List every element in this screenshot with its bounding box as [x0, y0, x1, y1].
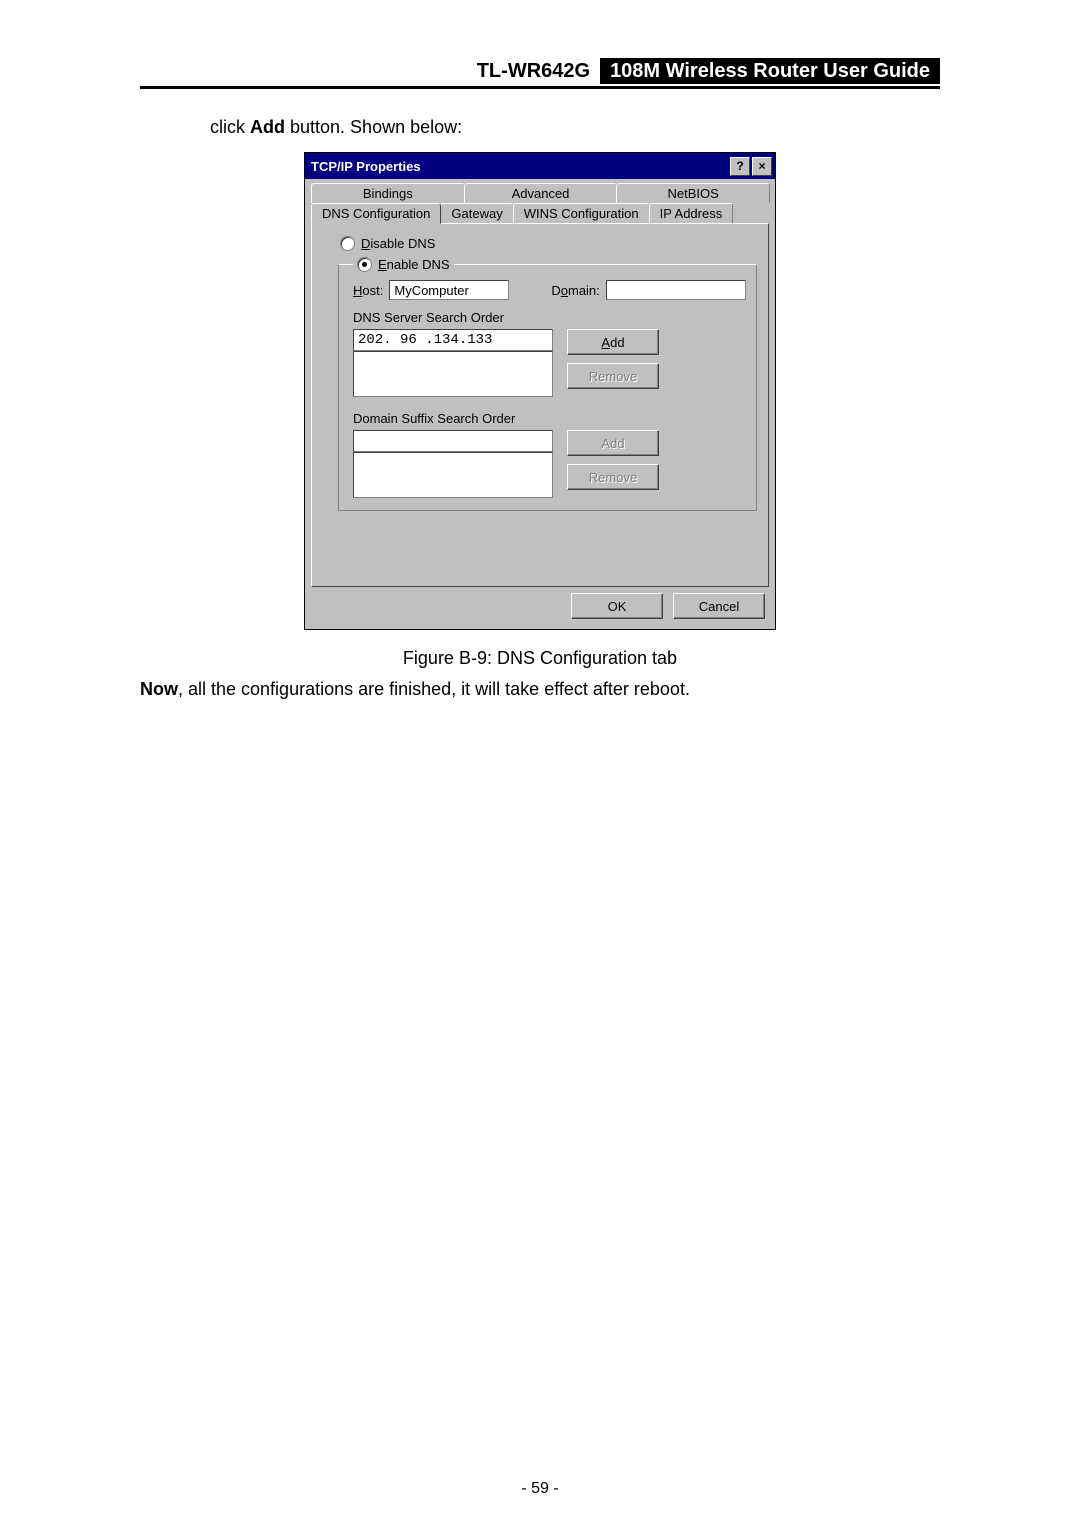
cancel-button[interactable]: Cancel [673, 593, 765, 619]
intro-text: click Add button. Shown below: [210, 117, 940, 138]
radio-disable-dns[interactable]: Disable DNS [340, 236, 754, 251]
figure-caption: Figure B-9: DNS Configuration tab [140, 648, 940, 669]
dialog-titlebar: TCP/IP Properties ? × [305, 153, 775, 179]
dns-add-button[interactable]: Add [567, 329, 659, 355]
after-text: Now, all the configurations are finished… [140, 679, 940, 700]
suffix-add-button[interactable]: Add [567, 430, 659, 456]
tab-bindings[interactable]: Bindings [311, 183, 465, 203]
intro-prefix: click [210, 117, 250, 137]
intro-suffix: button. Shown below: [285, 117, 462, 137]
tab-netbios[interactable]: NetBIOS [616, 183, 770, 203]
tab-panel: Disable DNS Enable DNS Host: Domain: [311, 223, 769, 587]
after-rest: , all the configurations are finished, i… [178, 679, 690, 699]
header-model: TL-WR642G [467, 58, 600, 84]
radio-icon [357, 257, 372, 272]
page-header: TL-WR642G108M Wireless Router User Guide [140, 60, 940, 89]
domain-suffix-input[interactable] [353, 430, 553, 452]
dns-remove-button[interactable]: Remove [567, 363, 659, 389]
intro-bold: Add [250, 117, 285, 137]
dialog-title: TCP/IP Properties [311, 159, 421, 174]
host-label: Host: [353, 283, 383, 298]
tab-ip-address[interactable]: IP Address [649, 203, 734, 223]
tab-dns-configuration[interactable]: DNS Configuration [311, 203, 441, 224]
tabs-row-2: DNS Configuration Gateway WINS Configura… [305, 203, 775, 223]
close-icon[interactable]: × [752, 157, 772, 176]
suffix-remove-button[interactable]: Remove [567, 464, 659, 490]
domain-suffix-list[interactable] [353, 452, 553, 498]
ok-button[interactable]: OK [571, 593, 663, 619]
help-icon[interactable]: ? [730, 157, 750, 176]
dns-server-list[interactable] [353, 351, 553, 397]
radio-disable-label: Disable DNS [361, 236, 435, 251]
after-bold: Now [140, 679, 178, 699]
header-title: 108M Wireless Router User Guide [600, 58, 940, 84]
tab-advanced[interactable]: Advanced [464, 183, 618, 203]
tab-gateway[interactable]: Gateway [440, 203, 513, 223]
page-number: - 59 - [0, 1480, 1080, 1498]
domain-label: Domain: [551, 283, 599, 298]
tabs-row-1: Bindings Advanced NetBIOS [305, 179, 775, 203]
domain-input[interactable] [606, 280, 746, 300]
tab-wins-configuration[interactable]: WINS Configuration [513, 203, 650, 223]
dns-server-input[interactable]: 202. 96 .134.133 [353, 329, 553, 351]
dns-search-order-label: DNS Server Search Order [353, 310, 746, 325]
enable-dns-group: Enable DNS Host: Domain: DNS Server Sear… [338, 257, 757, 511]
radio-enable-dns[interactable]: Enable DNS [357, 257, 450, 272]
radio-icon [340, 236, 355, 251]
tcpip-properties-dialog: TCP/IP Properties ? × Bindings Advanced … [304, 152, 776, 630]
host-input[interactable] [389, 280, 509, 300]
radio-enable-label: Enable DNS [378, 257, 450, 272]
domain-suffix-label: Domain Suffix Search Order [353, 411, 746, 426]
